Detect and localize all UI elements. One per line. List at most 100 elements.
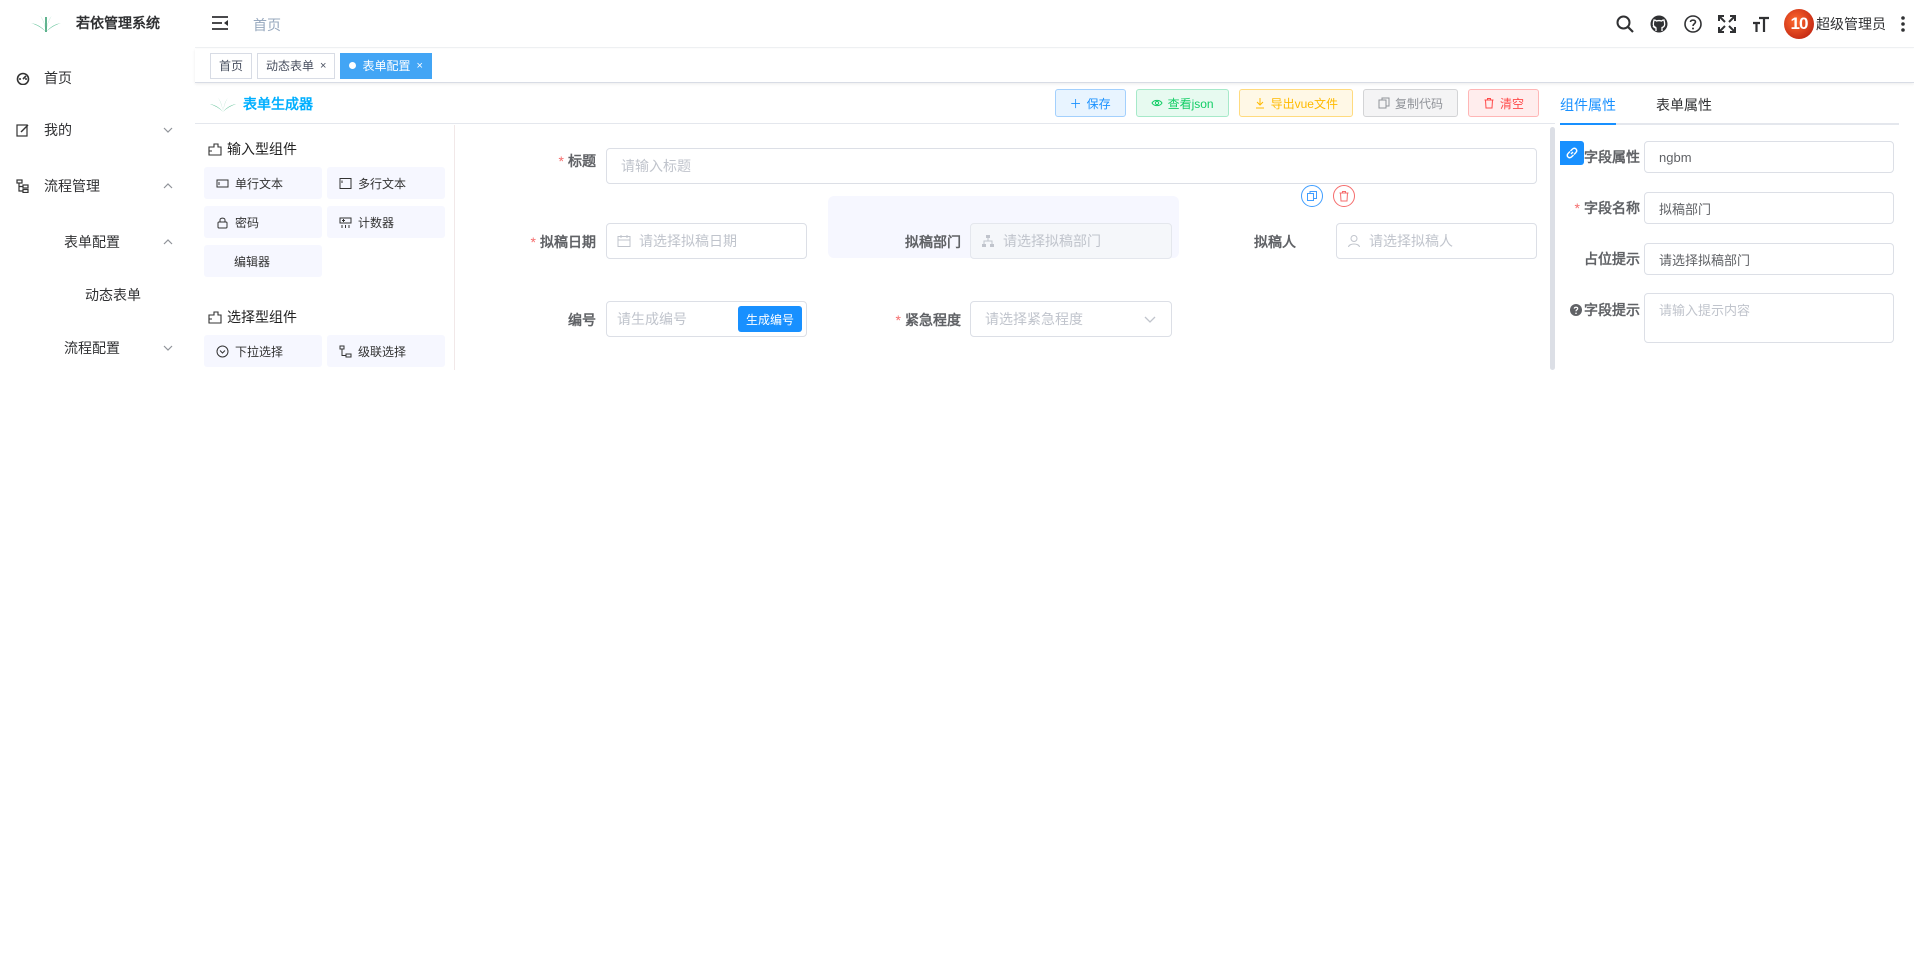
placeholder-text: 请选择拟稿部门 bbox=[1003, 233, 1101, 249]
category-label: 选择型组件 bbox=[227, 309, 297, 325]
active-dot-icon bbox=[349, 62, 357, 69]
github-button[interactable] bbox=[1642, 0, 1676, 48]
more-menu-button[interactable] bbox=[1892, 0, 1914, 48]
field-attr-input[interactable]: ngbm bbox=[1644, 141, 1894, 173]
drafter-label: 拟稿人 bbox=[1206, 232, 1296, 252]
sidebar-item-dynamic-form[interactable]: 动态表单 bbox=[0, 270, 195, 320]
placeholder-text: 请选择拟稿日期 bbox=[639, 233, 737, 249]
sidebar-item-form-config[interactable]: 表单配置 bbox=[0, 214, 195, 270]
fullscreen-button[interactable] bbox=[1710, 0, 1744, 48]
urgency-select[interactable]: 请选择紧急程度 bbox=[970, 301, 1172, 337]
category-title: 输入型组件 bbox=[207, 139, 297, 159]
draft-dept-select[interactable]: 请选择拟稿部门 bbox=[970, 223, 1172, 259]
username[interactable]: 超级管理员 bbox=[1816, 14, 1886, 34]
view-json-button[interactable]: 查看json bbox=[1135, 89, 1229, 117]
copy-code-button[interactable]: 复制代码 bbox=[1362, 89, 1458, 117]
search-icon bbox=[1616, 15, 1634, 33]
hamburger-icon[interactable] bbox=[211, 15, 229, 31]
urgency-label: * 紧急程度 bbox=[861, 310, 961, 330]
sidebar-item-label: 动态表单 bbox=[85, 287, 141, 303]
logo[interactable]: 若依管理系统 bbox=[0, 0, 195, 46]
category-label: 输入型组件 bbox=[227, 141, 297, 157]
generate-number-button[interactable]: 生成编号 bbox=[737, 306, 802, 332]
field-attr-label: 字段属性 bbox=[1570, 147, 1640, 167]
builder-header: 表单生成器 ＋ 保存 查看json 导出vue文件 复制代码 清空 bbox=[195, 84, 1555, 124]
label-text: 编号 bbox=[568, 312, 596, 328]
component-password[interactable]: 密码 bbox=[204, 206, 322, 238]
chevron-down-icon bbox=[163, 127, 173, 133]
category-title: 选择型组件 bbox=[207, 307, 297, 327]
save-button[interactable]: ＋ 保存 bbox=[1054, 89, 1126, 117]
edit-icon bbox=[16, 124, 29, 137]
draft-date-picker[interactable]: 请选择拟稿日期 bbox=[606, 223, 807, 259]
placeholder-label: 占位提示 bbox=[1570, 249, 1640, 269]
draft-date-label: * 拟稿日期 bbox=[496, 232, 596, 252]
copy-item-button[interactable] bbox=[1301, 185, 1323, 207]
draft-dept-label: 拟稿部门 bbox=[881, 232, 961, 252]
trash-icon bbox=[1339, 191, 1349, 202]
label-text: 标题 bbox=[568, 153, 596, 169]
tag-home[interactable]: 首页 bbox=[210, 52, 253, 79]
component-label: 单行文本 bbox=[235, 176, 284, 191]
user-icon bbox=[1348, 235, 1360, 248]
ruoyi-logo-icon bbox=[31, 14, 61, 32]
ruoyi-logo-icon bbox=[209, 96, 237, 112]
label-text: 字段名称 bbox=[1584, 200, 1640, 216]
field-name-input[interactable]: 拟稿部门 bbox=[1644, 192, 1894, 224]
search-button[interactable] bbox=[1608, 0, 1642, 48]
component-textarea[interactable]: 多行文本 bbox=[327, 167, 445, 199]
help-button[interactable] bbox=[1676, 0, 1710, 48]
placeholder-input[interactable]: 请选择拟稿部门 bbox=[1644, 243, 1894, 275]
question-circle-icon[interactable] bbox=[1570, 304, 1582, 316]
canvas-scrollbar[interactable] bbox=[1550, 127, 1555, 370]
header-actions: 10 超级管理员 bbox=[1608, 0, 1914, 48]
delete-item-button[interactable] bbox=[1333, 185, 1355, 207]
tab-component-props[interactable]: 组件属性 bbox=[1560, 95, 1616, 115]
avatar[interactable]: 10 bbox=[1784, 9, 1814, 39]
save-label: 保存 bbox=[1086, 96, 1111, 111]
tag-dynamic-form[interactable]: 动态表单 × bbox=[257, 52, 336, 79]
number-input[interactable]: 请生成编号 生成编号 bbox=[606, 301, 807, 337]
component-number[interactable]: 计数器 bbox=[327, 206, 445, 238]
close-icon[interactable]: × bbox=[416, 60, 422, 72]
dashboard-icon bbox=[16, 72, 30, 85]
sidebar-item-home[interactable]: 首页 bbox=[0, 50, 195, 106]
tag-form-config[interactable]: 表单配置 × bbox=[340, 52, 432, 79]
chevron-up-icon bbox=[163, 239, 173, 245]
question-icon bbox=[1684, 15, 1702, 33]
component-icon bbox=[208, 311, 222, 324]
download-icon bbox=[1255, 98, 1264, 109]
hint-label: 字段提示 bbox=[1570, 300, 1640, 320]
placeholder-text: 请输入标题 bbox=[621, 158, 691, 174]
component-cascader[interactable]: 级联选择 bbox=[327, 335, 445, 367]
chevron-down-icon bbox=[1144, 316, 1156, 323]
sidebar-item-process-config[interactable]: 流程配置 bbox=[0, 320, 195, 376]
font-size-button[interactable] bbox=[1744, 0, 1778, 48]
textarea-icon bbox=[339, 177, 352, 189]
chevron-down-icon bbox=[163, 345, 173, 351]
component-input[interactable]: 单行文本 bbox=[204, 167, 322, 199]
placeholder-text: 请选择紧急程度 bbox=[985, 311, 1083, 327]
close-icon[interactable]: × bbox=[320, 60, 326, 72]
sidebar-item-mine[interactable]: 我的 bbox=[0, 102, 195, 158]
tab-form-props[interactable]: 表单属性 bbox=[1656, 95, 1712, 115]
breadcrumb[interactable]: 首页 bbox=[253, 15, 281, 35]
component-label: 计数器 bbox=[358, 215, 395, 230]
component-label: 下拉选择 bbox=[235, 344, 284, 359]
copy-code-label: 复制代码 bbox=[1394, 96, 1443, 111]
title-input[interactable]: 请输入标题 bbox=[606, 148, 1537, 184]
clear-label: 清空 bbox=[1499, 96, 1524, 111]
sidebar-item-label: 流程管理 bbox=[44, 178, 100, 194]
properties-tabs: 组件属性 表单属性 bbox=[1560, 84, 1899, 125]
tag-label: 表单配置 bbox=[362, 59, 411, 73]
trash-icon bbox=[1484, 98, 1494, 109]
hint-textarea[interactable]: 请输入提示内容 bbox=[1644, 293, 1894, 343]
drafter-select[interactable]: 请选择拟稿人 bbox=[1336, 223, 1537, 259]
navbar: 首页 10 超级管理员 bbox=[195, 0, 1914, 48]
export-vue-button[interactable]: 导出vue文件 bbox=[1238, 89, 1353, 117]
sidebar-item-process[interactable]: 流程管理 bbox=[0, 158, 195, 214]
component-select[interactable]: 下拉选择 bbox=[204, 335, 322, 367]
component-editor[interactable]: 编辑器 bbox=[204, 245, 322, 277]
clear-button[interactable]: 清空 bbox=[1467, 89, 1539, 117]
plus-icon: ＋ bbox=[1069, 96, 1082, 111]
